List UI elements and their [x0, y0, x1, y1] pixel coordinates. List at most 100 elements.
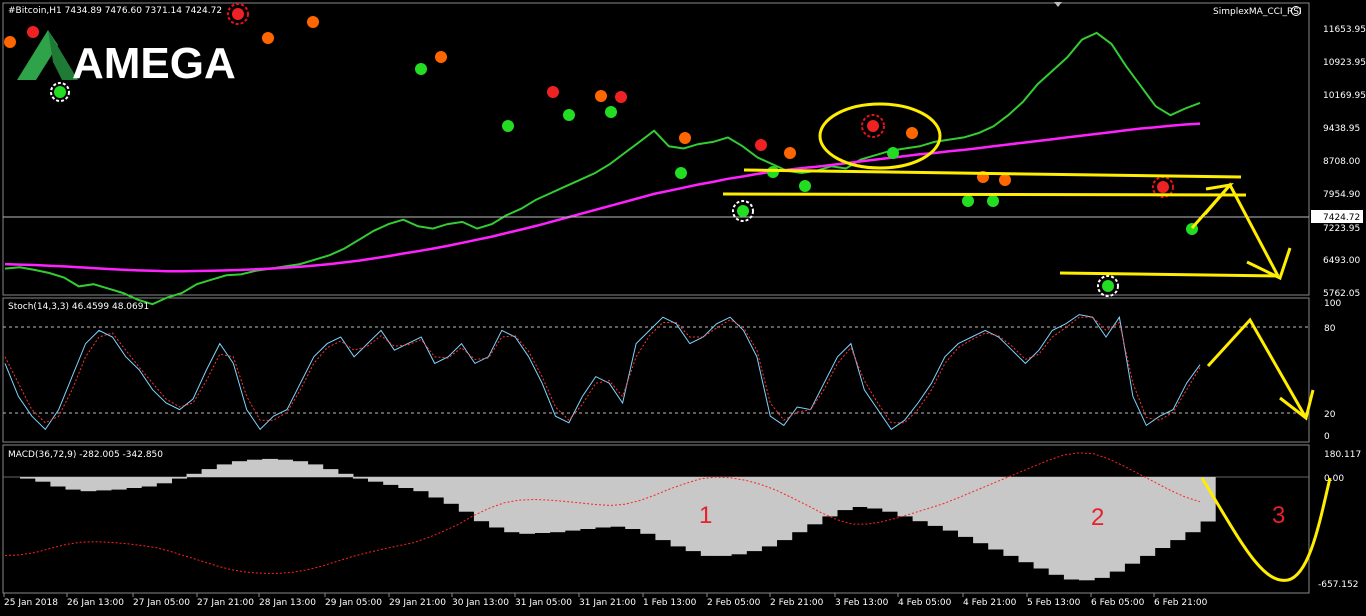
time-tick-label: 26 Jan 13:00	[67, 598, 124, 608]
macd-bar	[852, 477, 868, 507]
macd-bar	[776, 477, 793, 541]
macd-bar	[821, 477, 838, 517]
time-tick-label: 1 Feb 13:00	[643, 598, 697, 608]
macd-bar	[458, 477, 475, 512]
macd-bar	[791, 477, 808, 533]
macd-bar	[50, 477, 67, 487]
time-tick-label: 31 Jan 05:00	[515, 598, 572, 608]
macd-bar	[368, 477, 384, 482]
scroll-marker-icon[interactable]	[1054, 2, 1062, 7]
time-tick-label: 27 Jan 21:00	[197, 598, 254, 608]
time-axis: 25 Jan 2018 26 Jan 13:00 27 Jan 05:00 27 Ja…	[3, 593, 1208, 608]
macd-bar	[80, 477, 97, 492]
macd-bar	[352, 477, 369, 479]
macd-bar	[731, 477, 747, 555]
macd-bar	[171, 477, 188, 479]
macd-bar	[897, 477, 914, 517]
price-tick-label: 8708.00	[1323, 157, 1360, 167]
macd-bar	[262, 458, 278, 477]
macd-bar	[958, 477, 974, 537]
macd-bar	[912, 477, 929, 522]
macd-bar	[837, 477, 853, 511]
time-tick-label: 4 Feb 05:00	[898, 598, 952, 608]
price-tick-label: 11653.95	[1323, 25, 1366, 35]
macd-bar	[398, 477, 414, 488]
macd-bar	[337, 473, 354, 477]
macd-bar	[640, 477, 656, 534]
macd-bar	[322, 469, 339, 477]
logo-text: AMEGA	[72, 39, 236, 88]
macd-bar	[715, 477, 732, 556]
macd-bar	[216, 464, 233, 477]
macd-bar	[428, 477, 445, 498]
macd-bar	[1184, 477, 1201, 533]
macd-bar	[1124, 477, 1141, 564]
price-tick-label: 9438.95	[1323, 124, 1360, 134]
macd-level-zero: 0.00	[1324, 474, 1344, 484]
price-axis: 11653.95 10923.95 10169.95 9438.95 8708.00 79…	[1323, 25, 1366, 299]
macd-bar	[504, 477, 520, 533]
macd-bar	[534, 477, 551, 533]
time-tick-label: 6 Feb 21:00	[1154, 598, 1208, 608]
price-tick-label: 10169.95	[1323, 91, 1366, 101]
macd-bar	[383, 477, 399, 485]
time-tick-label: 29 Jan 21:00	[389, 598, 446, 608]
macd-bar	[973, 477, 989, 544]
current-price-label: 7424.72	[1323, 213, 1360, 223]
price-tick-label: 5762.05	[1323, 289, 1360, 299]
macd-bar	[473, 477, 490, 522]
macd-bar	[65, 477, 82, 490]
macd-bar	[156, 477, 172, 484]
macd-bar	[1063, 477, 1080, 580]
macd-bar	[307, 464, 324, 477]
moving-average	[4, 122, 1201, 273]
macd-bar	[35, 477, 51, 482]
macd-bar	[746, 477, 762, 552]
macd-bar	[1033, 477, 1050, 569]
macd-bar	[231, 461, 248, 477]
macd-bar	[579, 477, 596, 529]
macd-bar	[927, 477, 944, 526]
macd-bar	[1048, 477, 1065, 575]
macd-bar	[519, 477, 535, 534]
macd-bar	[610, 477, 626, 527]
stoch-title: Stoch(14,3,3) 46.4599 48.0691	[8, 302, 149, 312]
macd-bar	[110, 477, 127, 490]
stoch-main-line	[4, 314, 1201, 431]
macd-bar	[489, 477, 505, 528]
macd-bar	[625, 477, 641, 529]
time-tick-label: 2 Feb 05:00	[707, 598, 761, 608]
time-tick-label: 29 Jan 05:00	[325, 598, 382, 608]
macd-bar	[549, 477, 566, 533]
time-tick-label: 2 Feb 21:00	[770, 598, 824, 608]
price-tick-label: 7223.95	[1323, 224, 1360, 234]
macd-bar	[95, 477, 112, 491]
macd-bar	[1018, 477, 1035, 563]
wave-label-1: 1	[699, 502, 712, 529]
stoch-level-20: 20	[1324, 410, 1336, 420]
macd-level-bottom: -657.152	[1318, 580, 1358, 590]
macd-bar	[141, 477, 157, 487]
time-tick-label: 25 Jan 2018	[4, 598, 58, 608]
time-tick-label: 5 Feb 13:00	[1027, 598, 1081, 608]
wave-label-3: 3	[1272, 502, 1285, 529]
time-tick-label: 4 Feb 21:00	[963, 598, 1017, 608]
macd-bar	[1109, 477, 1125, 572]
stoch-level-0: 0	[1324, 432, 1330, 442]
macd-bar	[564, 477, 581, 531]
stoch-signal-line	[4, 316, 1201, 424]
macd-bar	[882, 477, 898, 512]
macd-annotation-curve	[1200, 477, 1332, 582]
macd-bar	[942, 477, 959, 531]
price-tick-label: 6493.00	[1323, 256, 1360, 266]
macd-bar	[413, 477, 430, 492]
time-tick-label: 30 Jan 13:00	[452, 598, 509, 608]
stoch-level-80: 80	[1324, 324, 1336, 334]
time-tick-label: 27 Jan 05:00	[133, 598, 190, 608]
macd-bar	[247, 459, 263, 477]
macd-bar	[443, 477, 460, 504]
macd-bar	[594, 477, 611, 528]
indicator-name: SimplexMA_CCI_RSI	[1213, 7, 1302, 17]
stoch-levels	[3, 326, 1309, 414]
macd-bar	[1169, 477, 1186, 541]
